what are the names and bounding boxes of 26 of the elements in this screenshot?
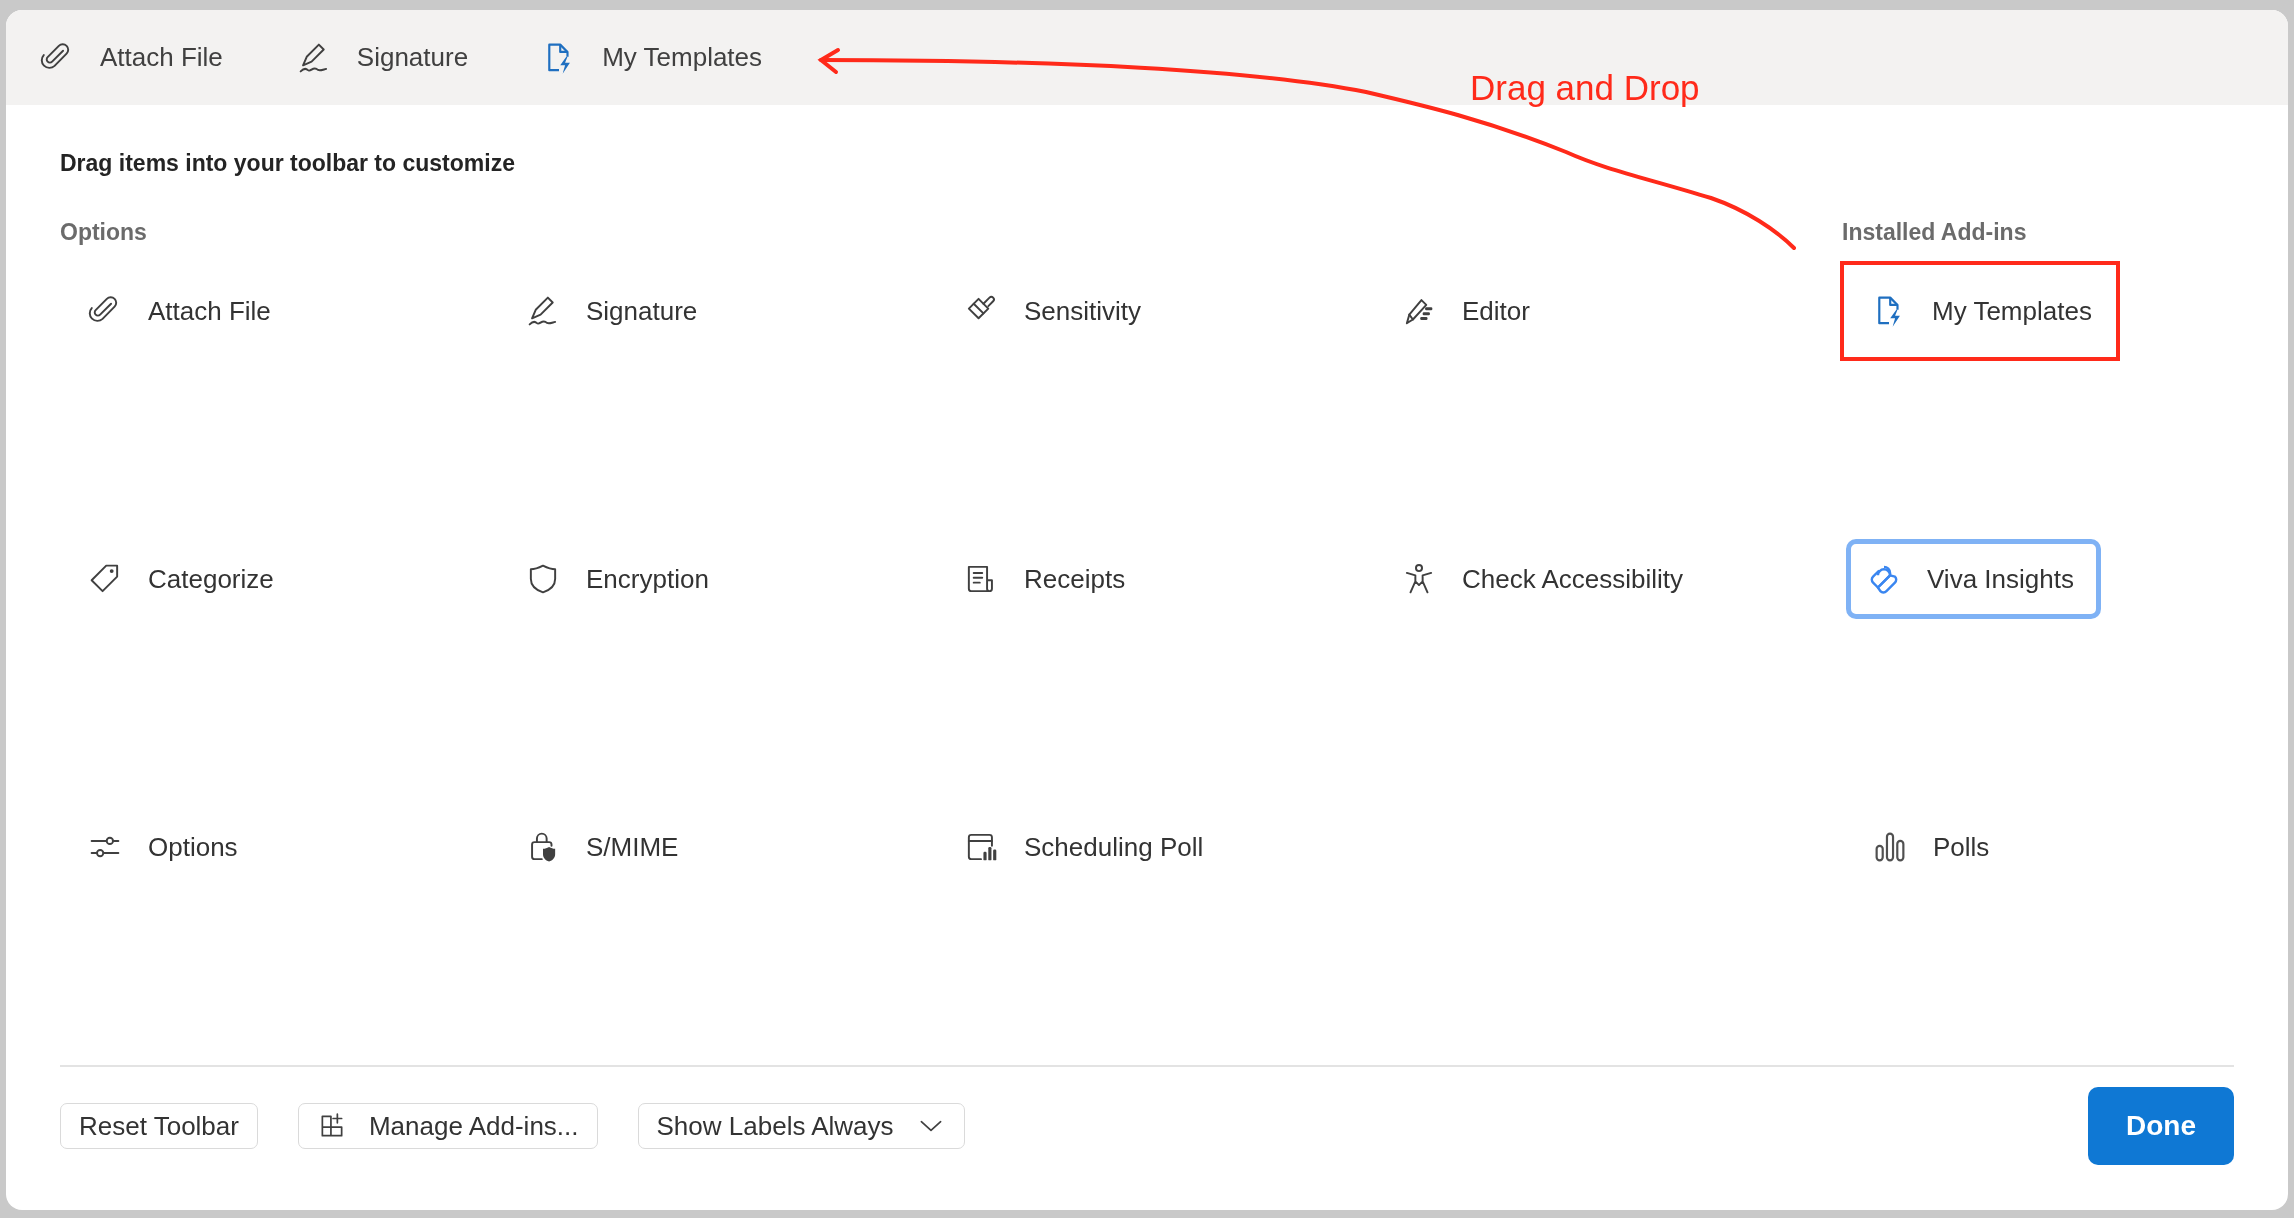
toolbar-option[interactable]: Sensitivity (936, 261, 1374, 361)
toolbar-option[interactable]: Check Accessibility (1374, 529, 1812, 629)
toolbar-option[interactable]: S/MIME (498, 797, 936, 897)
labels-dropdown[interactable]: Show Labels Always (637, 1103, 965, 1149)
toolbar-option[interactable]: Editor (1374, 261, 1812, 361)
toolbar-option[interactable]: Receipts (936, 529, 1374, 629)
toolbar-option[interactable]: Encryption (498, 529, 936, 629)
section-title: Installed Add-ins (1841, 219, 2028, 247)
toolbar-item[interactable]: Signature (296, 40, 469, 75)
reset-toolbar-button[interactable]: Reset Toolbar (60, 1103, 258, 1149)
annotation-label: Drag and Drop (1470, 68, 1700, 108)
toolbar-item[interactable]: My Templates (542, 40, 763, 75)
toolbar-option[interactable]: Signature (498, 261, 936, 361)
toolbar-item[interactable]: Attach File (40, 40, 223, 75)
done-button[interactable]: Done (2088, 1087, 2234, 1165)
toolbar-option[interactable]: Attach File (60, 261, 498, 361)
add-in-option[interactable]: My Templates (1840, 261, 2120, 361)
add-in-option[interactable]: Viva Insights (1846, 539, 2101, 619)
manage-add-ins-button[interactable]: Manage Add-ins... (297, 1103, 598, 1149)
bar-chart-icon (1873, 830, 1907, 864)
toolbar-option[interactable]: Options (60, 797, 498, 897)
instruction-text: Drag items into your toolbar to customize (60, 150, 516, 177)
toolbar-option[interactable]: Scheduling Poll (936, 797, 1374, 897)
add-in-option[interactable]: Polls (1840, 797, 2019, 897)
toolbar-option[interactable]: Categorize (60, 529, 498, 629)
section-title: Options (60, 219, 148, 247)
